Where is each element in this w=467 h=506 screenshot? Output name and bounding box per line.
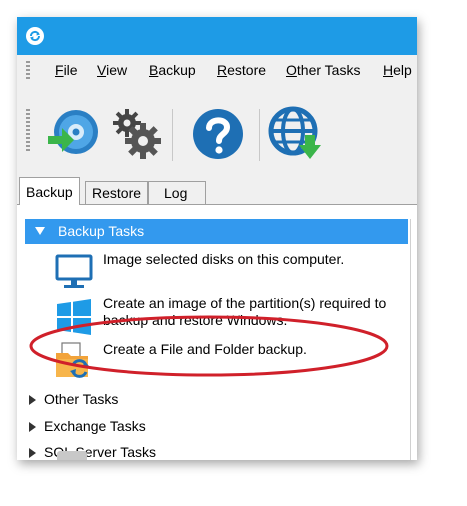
tab-log[interactable]: Log xyxy=(148,181,206,204)
toolbar-separator xyxy=(259,109,260,161)
group-other-tasks[interactable]: Other Tasks xyxy=(29,391,118,407)
menu-other-tasks[interactable]: Other Tasks xyxy=(286,62,360,78)
group-label: Exchange Tasks xyxy=(44,418,146,434)
expand-triangle-icon xyxy=(35,227,45,235)
help-toolbar-button[interactable] xyxy=(189,105,247,163)
group-exchange-tasks[interactable]: Exchange Tasks xyxy=(29,418,146,434)
toolbar xyxy=(17,85,417,177)
tab-backup[interactable]: Backup xyxy=(19,177,80,205)
menu-view-mnemonic: V xyxy=(97,62,107,78)
app-window: File View Backup Restore Other Tasks Hel… xyxy=(17,17,417,460)
title-bar xyxy=(17,17,417,55)
help-icon xyxy=(193,109,243,159)
collapsed-triangle-icon xyxy=(29,395,36,406)
group-header-backup-tasks[interactable]: Backup Tasks xyxy=(25,219,408,244)
highlight-annotation xyxy=(29,315,389,377)
menu-file-mnemonic: F xyxy=(55,62,64,78)
task-label: Image selected disks on this computer. xyxy=(103,251,345,267)
group-sql-server-tasks[interactable]: SQL Server Tasks xyxy=(29,444,156,460)
collapsed-triangle-icon xyxy=(29,448,36,459)
group-label: Other Tasks xyxy=(44,391,119,407)
menu-help-mnemonic: H xyxy=(383,62,394,78)
tab-restore[interactable]: Restore xyxy=(85,181,149,204)
collapsed-triangle-icon xyxy=(29,422,36,433)
toolbar-grip[interactable] xyxy=(26,109,30,153)
toolbar-separator xyxy=(172,109,173,161)
backup-disc-icon xyxy=(48,110,98,154)
menubar-grip[interactable] xyxy=(26,61,30,79)
settings-gears-icon xyxy=(113,109,161,159)
menu-bar: File View Backup Restore Other Tasks Hel… xyxy=(17,55,417,85)
settings-toolbar-button[interactable] xyxy=(107,105,165,163)
menu-other-tasks-label: ther Tasks xyxy=(296,62,361,78)
menu-restore-label: estore xyxy=(227,62,267,78)
menu-backup-label: ackup xyxy=(158,62,196,78)
menu-help-label: elp xyxy=(393,62,412,78)
menu-file-label: ile xyxy=(63,62,78,78)
globe-download-icon xyxy=(268,106,321,159)
partial-icon xyxy=(57,451,87,460)
group-header-label: Backup Tasks xyxy=(58,223,145,239)
task-image-selected-disks[interactable]: Image selected disks on this computer. xyxy=(47,251,407,291)
menu-other-tasks-mnemonic: O xyxy=(286,62,297,78)
menu-backup[interactable]: Backup xyxy=(149,62,196,78)
menu-help[interactable]: Help xyxy=(383,62,412,78)
update-toolbar-button[interactable] xyxy=(267,105,325,163)
menu-file[interactable]: File xyxy=(55,62,78,78)
menu-restore-mnemonic: R xyxy=(217,62,228,78)
monitor-icon xyxy=(55,254,93,288)
menu-view[interactable]: View xyxy=(97,62,127,78)
app-logo-icon xyxy=(26,27,44,45)
menu-backup-mnemonic: B xyxy=(149,62,159,78)
panel-divider xyxy=(410,219,411,460)
menu-view-label: iew xyxy=(106,62,128,78)
menu-restore[interactable]: Restore xyxy=(217,62,266,78)
backup-toolbar-button[interactable] xyxy=(43,105,101,163)
tab-strip: Backup Restore Log xyxy=(17,177,417,205)
task-label-line1: Create an image of the partition(s) requ… xyxy=(103,295,387,311)
